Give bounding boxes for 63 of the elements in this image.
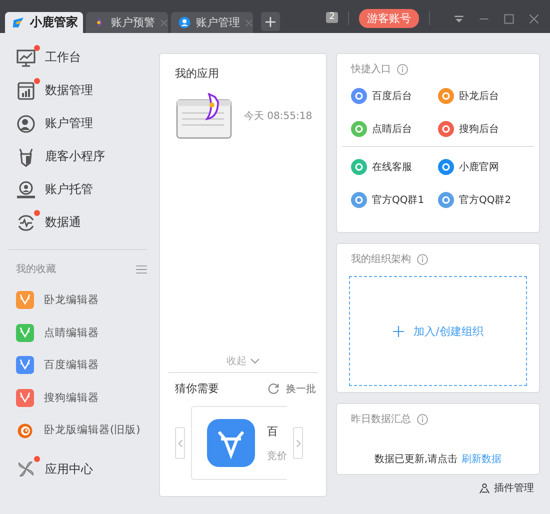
new-tab-button[interactable]: + <box>261 12 280 31</box>
refresh-button[interactable]: 换一批 <box>267 382 316 396</box>
close-icon[interactable] <box>245 18 253 26</box>
favorite-item[interactable]: 卧龙编辑器 <box>16 284 147 316</box>
browser-window-icon <box>176 93 232 139</box>
shortcut-link[interactable]: 小鹿官网 <box>438 159 525 175</box>
nav-item[interactable]: 账户托管 <box>16 173 147 206</box>
next-button[interactable] <box>293 427 303 459</box>
favorite-item[interactable]: 卧龙版编辑器(旧版) <box>16 414 147 446</box>
favorite-item[interactable]: 搜狗编辑器 <box>16 382 147 414</box>
tab[interactable]: 小鹿管家 <box>5 12 83 33</box>
user-icon <box>16 114 36 134</box>
nav-item[interactable]: 账户管理 <box>16 107 147 140</box>
chart-monitor-icon <box>16 48 36 68</box>
refresh-icon <box>267 382 280 395</box>
user-icon <box>178 16 191 29</box>
shortcut-link[interactable]: 在线客服 <box>351 159 438 175</box>
previous-button[interactable] <box>175 427 185 459</box>
info-icon[interactable] <box>397 64 408 74</box>
maximize-icon[interactable] <box>503 12 515 24</box>
pulse-icon <box>16 212 36 232</box>
app-name: 百 <box>267 424 279 438</box>
fan-icon <box>16 459 36 479</box>
bar-chart-icon <box>16 80 36 100</box>
shortcut-link[interactable]: 官方QQ群2 <box>438 192 525 208</box>
nav-item[interactable]: 工作台 <box>16 41 147 74</box>
app-description: 竞价 <box>267 450 287 462</box>
close-icon[interactable] <box>160 18 168 26</box>
nav-item[interactable]: 数据通 <box>16 206 147 239</box>
info-icon[interactable] <box>417 414 428 424</box>
favorite-item[interactable]: 点睛编辑器 <box>16 316 147 349</box>
app-item[interactable]: 今天 08:55:18 <box>176 93 318 139</box>
nav-item[interactable]: 鹿客小程序 <box>16 140 147 173</box>
update-notice: 数据已更新,请点击 <box>374 454 458 465</box>
shortcut-link[interactable]: 百度后台 <box>351 88 438 104</box>
tab[interactable]: 账户预警 <box>86 12 168 33</box>
chevron-down-icon <box>250 358 260 364</box>
shortcut-link[interactable]: 点睛后台 <box>351 121 438 137</box>
panel-title: 我的应用 <box>174 66 220 81</box>
close-icon[interactable] <box>528 12 540 24</box>
plus-icon <box>392 326 404 336</box>
card-title: 快捷入口 <box>351 62 391 76</box>
card-title: 昨日数据汇总 <box>351 412 411 426</box>
info-icon[interactable] <box>417 254 428 264</box>
shortcut-link[interactable]: 官方QQ群1 <box>351 192 438 208</box>
shortcut-link[interactable]: 卧龙后台 <box>438 88 525 104</box>
section-title: 猜你需要 <box>175 381 219 396</box>
card-title: 我的组织架构 <box>351 252 411 266</box>
app-card[interactable]: 百 竞价 <box>191 406 287 480</box>
favorite-item[interactable]: 百度编辑器 <box>16 349 147 382</box>
plugin-manager-button[interactable]: 插件管理 <box>473 481 540 495</box>
menu-icon[interactable] <box>136 264 147 274</box>
nav-item[interactable]: 数据管理 <box>16 74 147 107</box>
deer-app-icon <box>207 419 255 467</box>
tab[interactable]: 账户管理 <box>171 12 253 33</box>
chevron-left-icon <box>178 438 182 448</box>
chevron-right-icon <box>296 438 300 448</box>
nav-item[interactable]: 应用中心 <box>16 452 147 486</box>
hand-user-icon <box>16 180 36 200</box>
plugin-icon <box>479 482 490 494</box>
section-title: 我的收藏 <box>16 262 56 276</box>
logo-icon <box>12 16 25 29</box>
shortcut-link[interactable]: 搜狗后台 <box>438 121 525 137</box>
